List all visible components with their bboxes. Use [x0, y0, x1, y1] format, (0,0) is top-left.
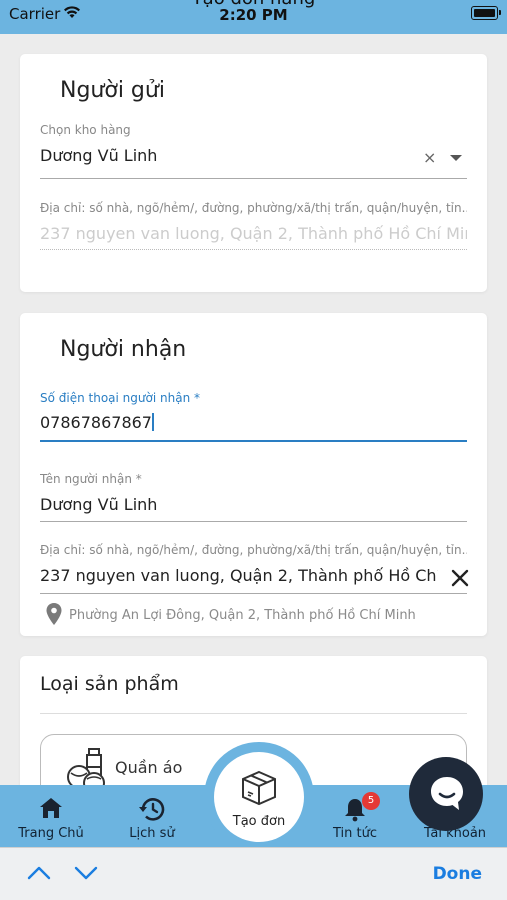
battery-icon — [471, 6, 501, 20]
tab-home[interactable]: Trang Chủ — [6, 785, 96, 847]
status-bar: Tạo đơn hàng Carrier 2:20 PM — [0, 0, 507, 34]
chat-support-button[interactable] — [409, 757, 483, 831]
clear-address-icon[interactable] — [450, 568, 470, 588]
create-order-label: Tạo đơn — [232, 814, 286, 829]
receiver-name-field[interactable]: Dương Vũ Linh — [40, 495, 157, 514]
create-order-inner: Tạo đơn — [214, 752, 304, 842]
done-button[interactable]: Done — [433, 864, 482, 884]
tab-news[interactable]: 5 Tin tức — [310, 785, 400, 847]
warehouse-label: Chọn kho hàng — [40, 123, 131, 137]
tab-home-label: Trang Chủ — [18, 826, 84, 841]
receiver-address-label: Địa chỉ: số nhà, ngõ/hẻm/, đường, phường… — [40, 543, 467, 557]
chevron-down-icon[interactable] — [73, 862, 99, 884]
receiver-name-label: Tên người nhận * — [40, 472, 142, 486]
sender-card: Người gửi Chọn kho hàng Dương Vũ Linh × … — [20, 54, 487, 292]
sender-address-field[interactable]: 237 nguyen van luong, Quận 2, Thành phố … — [40, 224, 467, 243]
product-option-label: Quần áo — [115, 758, 183, 777]
tab-news-label: Tin tức — [332, 826, 377, 841]
home-icon — [40, 798, 62, 818]
phone-value: 07867867867 — [40, 413, 152, 432]
location-hint: Phường An Lợi Đông, Quận 2, Thành phố Hồ… — [69, 608, 416, 623]
news-badge: 5 — [362, 792, 380, 810]
clear-warehouse-icon[interactable]: × — [423, 148, 436, 167]
receiver-card: Người nhận Số điện thoại người nhận * 07… — [20, 313, 487, 636]
clock: 2:20 PM — [219, 6, 288, 24]
receiver-title: Người nhận — [60, 337, 187, 362]
tab-history[interactable]: Lịch sử — [107, 785, 197, 847]
keyboard-accessory-bar: Done — [0, 847, 507, 900]
phone-underline — [40, 440, 467, 442]
text-cursor — [151, 413, 154, 431]
history-icon — [139, 798, 165, 821]
location-pin-icon — [46, 603, 62, 625]
warehouse-underline — [40, 178, 467, 179]
receiver-address-field[interactable]: 237 nguyen van luong, Quận 2, Thành phố … — [40, 566, 438, 585]
package-box-icon — [242, 770, 276, 806]
phone-field[interactable]: 07867867867 — [40, 413, 154, 432]
product-type-title: Loại sản phẩm — [40, 673, 179, 695]
receiver-address-underline — [40, 593, 467, 594]
warehouse-select[interactable]: Dương Vũ Linh — [40, 146, 410, 165]
product-type-divider — [40, 713, 467, 714]
chat-icon — [431, 777, 463, 810]
sender-title: Người gửi — [60, 78, 165, 103]
sender-address-underline — [40, 249, 467, 250]
dropdown-caret-icon[interactable] — [450, 155, 462, 161]
create-order-button[interactable]: Tạo đơn — [204, 742, 314, 852]
tab-history-label: Lịch sử — [129, 826, 175, 841]
sender-address-label: Địa chỉ: số nhà, ngõ/hẻm/, đường, phường… — [40, 201, 467, 215]
receiver-name-underline — [40, 521, 467, 522]
phone-label: Số điện thoại người nhận * — [40, 391, 200, 405]
chevron-up-icon[interactable] — [26, 862, 52, 884]
